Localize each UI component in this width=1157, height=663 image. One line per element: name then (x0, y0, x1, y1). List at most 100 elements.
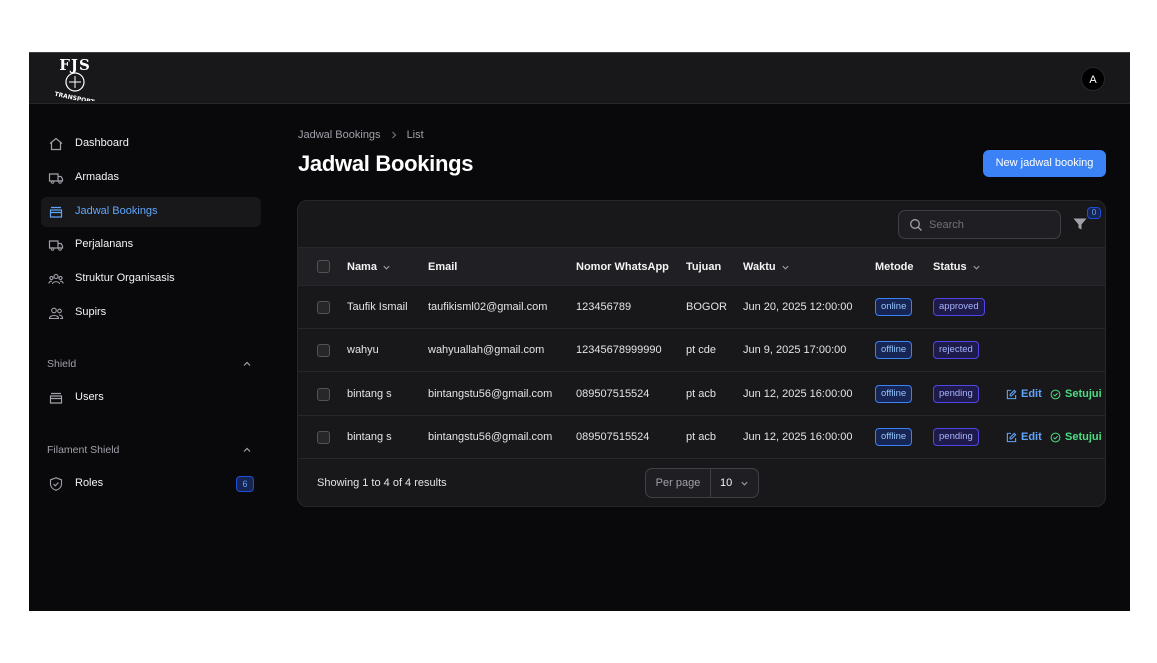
sidebar-item-struktur-organisasis[interactable]: Struktur Organisasis (41, 264, 261, 294)
roles-count-badge: 6 (236, 476, 254, 492)
search-icon (910, 219, 922, 231)
new-jadwal-booking-button[interactable]: New jadwal booking (983, 150, 1106, 177)
cell-email: bintangstu56@gmail.com (428, 388, 553, 400)
chevron-down-icon (973, 265, 980, 270)
edit-button[interactable]: Edit (1006, 388, 1042, 400)
pencil-square-icon (1006, 389, 1017, 399)
cell-nama: bintang s (347, 388, 392, 400)
column-header-label: Status (933, 261, 967, 273)
sidebar-item-label: Armadas (75, 171, 120, 183)
inbox-icon (49, 392, 63, 404)
per-page-value[interactable]: 10 (711, 469, 758, 497)
cell-nama: Taufik Ismail (347, 301, 408, 313)
sidebar: Dashboard Armadas Jadwal Bookings Perjal… (29, 104, 279, 611)
metode-badge: online (875, 298, 913, 316)
setujui-button[interactable]: Setujui (1050, 388, 1102, 400)
breadcrumb-parent-link[interactable]: Jadwal Bookings (298, 129, 381, 141)
breadcrumb: Jadwal Bookings List (298, 129, 424, 141)
sidebar-item-perjalanans[interactable]: Perjalanans (41, 230, 261, 260)
search-field[interactable] (898, 210, 1061, 239)
edit-label: Edit (1021, 431, 1042, 443)
cell-tujuan: pt acb (686, 388, 716, 400)
status-badge: pending (933, 428, 979, 446)
sidebar-item-users[interactable]: Users (41, 383, 261, 413)
setujui-button[interactable]: Setujui (1050, 431, 1102, 443)
sidebar-item-label: Struktur Organisasis (75, 272, 175, 284)
home-icon (49, 137, 63, 151)
cell-tujuan: pt acb (686, 431, 716, 443)
status-badge: approved (933, 298, 985, 316)
chevron-right-icon (391, 131, 396, 139)
sidebar-item-label: Jadwal Bookings (75, 205, 158, 217)
column-header-nama[interactable]: Nama (347, 261, 391, 273)
edit-button[interactable]: Edit (1006, 431, 1042, 443)
row-checkbox[interactable] (317, 344, 330, 357)
truck-icon (48, 173, 64, 184)
cell-waktu: Jun 9, 2025 17:00:00 (743, 344, 847, 356)
table-toolbar: 0 (298, 201, 1105, 248)
edit-label: Edit (1021, 388, 1042, 400)
table-row[interactable]: wahyu wahyuallah@gmail.com 1234567899999… (298, 329, 1105, 372)
check-circle-icon (1050, 432, 1061, 442)
row-checkbox[interactable] (317, 388, 330, 401)
cell-waktu: Jun 12, 2025 16:00:00 (743, 388, 853, 400)
sidebar-item-label: Perjalanans (75, 238, 134, 250)
app-window: FJS TRANSPORT A Dashboard Armadas Jadwal… (29, 52, 1130, 611)
pagination-summary: Showing 1 to 4 of 4 results (317, 477, 447, 489)
group-label-shield: Shield (47, 358, 77, 370)
cell-waktu: Jun 20, 2025 12:00:00 (743, 301, 853, 313)
row-checkbox[interactable] (317, 431, 330, 444)
per-page-select[interactable]: Per page 10 (645, 468, 759, 498)
breadcrumb-current: List (406, 129, 424, 141)
pencil-square-icon (1006, 432, 1017, 442)
column-header-label: Nama (347, 261, 377, 273)
column-header-metode: Metode (875, 261, 914, 273)
sidebar-item-roles[interactable]: Roles 6 (41, 469, 261, 499)
select-all-checkbox[interactable] (317, 260, 330, 273)
filter-count-badge: 0 (1087, 207, 1101, 219)
inbox-icon (49, 206, 63, 218)
search-input[interactable] (929, 216, 1054, 234)
chevron-up-icon[interactable] (242, 359, 252, 369)
per-page-label: Per page (646, 469, 711, 497)
sidebar-item-label: Users (75, 391, 104, 403)
status-badge: rejected (933, 341, 979, 359)
table-footer: Showing 1 to 4 of 4 results Per page 10 (298, 460, 1105, 506)
svg-text:TRANSPORT: TRANSPORT (54, 91, 96, 101)
brand-logo[interactable]: FJS TRANSPORT (51, 56, 99, 101)
filter-icon[interactable] (1072, 216, 1088, 232)
sidebar-item-supirs[interactable]: Supirs (41, 298, 261, 328)
metode-badge: offline (875, 428, 913, 446)
sidebar-item-armadas[interactable]: Armadas (41, 163, 261, 193)
cell-nama: wahyu (347, 344, 379, 356)
setujui-label: Setujui (1065, 388, 1102, 400)
cell-email: wahyuallah@gmail.com (428, 344, 545, 356)
column-header-waktu[interactable]: Waktu (743, 261, 790, 273)
table-row[interactable]: bintang s bintangstu56@gmail.com 0895075… (298, 373, 1105, 416)
row-checkbox[interactable] (317, 301, 330, 314)
setujui-label: Setujui (1065, 431, 1102, 443)
chevron-up-icon[interactable] (242, 445, 252, 455)
column-header-tujuan: Tujuan (686, 261, 722, 273)
table-row[interactable]: bintang s bintangstu56@gmail.com 0895075… (298, 416, 1105, 459)
cell-tujuan: BOGOR (686, 301, 727, 313)
user-avatar[interactable]: A (1081, 67, 1105, 91)
column-header-status[interactable]: Status (933, 261, 981, 273)
cell-tujuan: pt cde (686, 344, 716, 356)
column-header-whatsapp: Nomor WhatsApp (576, 261, 669, 273)
column-header-email: Email (428, 261, 458, 273)
sidebar-item-jadwal-bookings[interactable]: Jadwal Bookings (41, 197, 261, 227)
cell-email: bintangstu56@gmail.com (428, 431, 553, 443)
top-bar: FJS TRANSPORT A (29, 53, 1130, 104)
sidebar-item-dashboard[interactable]: Dashboard (41, 129, 261, 159)
column-header-label: Waktu (743, 261, 776, 273)
cell-whatsapp: 12345678999990 (576, 344, 662, 356)
status-badge: pending (933, 385, 979, 403)
sidebar-item-label: Dashboard (75, 137, 129, 149)
logo-emblem-icon: TRANSPORT (54, 72, 96, 101)
users-group-icon (48, 273, 64, 285)
chevron-down-icon (782, 265, 789, 270)
table-row[interactable]: Taufik Ismail taufikisml02@gmail.com 123… (298, 286, 1105, 329)
metode-badge: offline (875, 385, 913, 403)
metode-badge: offline (875, 341, 913, 359)
